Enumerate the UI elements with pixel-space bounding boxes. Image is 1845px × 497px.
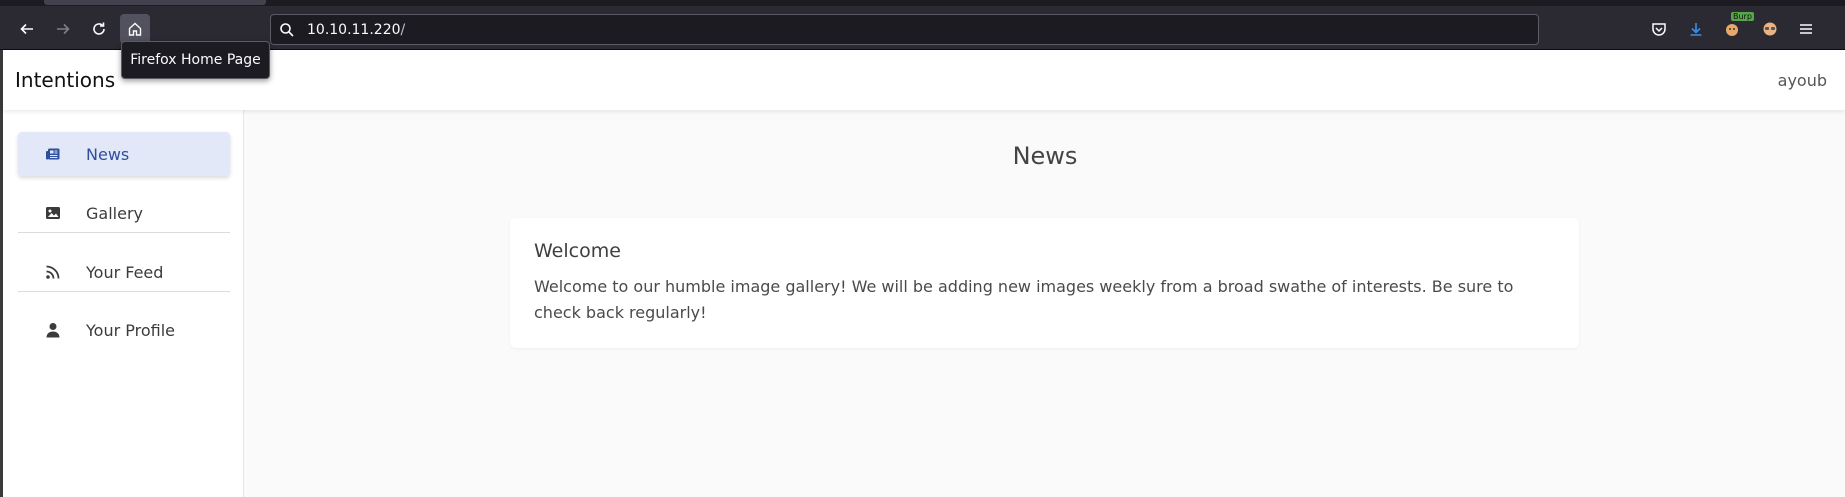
brand-title[interactable]: Intentions (15, 68, 115, 92)
sidebar-item-label: Your Profile (86, 320, 175, 340)
address-bar[interactable]: 10.10.11.220/ (270, 14, 1539, 45)
home-tooltip: Firefox Home Page (121, 41, 270, 79)
sidebar-item-feed[interactable]: Your Feed (18, 250, 230, 294)
app-header: Intentions ayoub (3, 50, 1845, 110)
home-button[interactable] (120, 14, 150, 44)
card-title: Welcome (534, 240, 621, 262)
sidebar-item-profile[interactable]: Your Profile (18, 308, 230, 352)
toolbar-right: Burp (1645, 12, 1845, 44)
page-title: News (1012, 142, 1078, 170)
main-content: News Welcome Welcome to our humble image… (245, 110, 1845, 497)
rss-icon (45, 264, 61, 280)
downloads-button[interactable] (1682, 14, 1710, 44)
url-text[interactable]: 10.10.11.220/ (307, 22, 405, 38)
reload-button[interactable] (84, 14, 114, 44)
url-path: / (400, 21, 406, 38)
browser-toolbar: 10.10.11.220/ Burp (0, 6, 1845, 50)
sidebar-divider (18, 291, 230, 292)
card-text: Welcome to our humble image gallery! We … (534, 277, 1514, 322)
app-menu-button[interactable] (1792, 14, 1820, 44)
pocket-button[interactable] (1645, 14, 1673, 44)
active-tab[interactable] (44, 0, 266, 5)
back-button[interactable] (12, 14, 42, 44)
arrow-left-icon (20, 23, 33, 35)
extension-face-icon (1763, 22, 1777, 36)
burp-badge: Burp (1731, 12, 1754, 21)
search-icon (280, 22, 294, 37)
forward-button[interactable] (48, 14, 78, 44)
arrow-right-icon (57, 23, 70, 35)
extension-button[interactable] (1756, 14, 1784, 44)
image-icon (45, 205, 61, 221)
reload-icon (93, 22, 105, 35)
sidebar-item-news[interactable]: News (18, 132, 230, 176)
news-card: Welcome Welcome to our humble image gall… (510, 218, 1579, 348)
sidebar-item-label: Gallery (86, 203, 143, 223)
url-host: 10.10.11.220 (307, 21, 401, 38)
sidebar-item-label: Your Feed (86, 262, 164, 282)
user-name[interactable]: ayoub (1778, 71, 1827, 90)
download-icon (1690, 23, 1702, 36)
sidebar-item-label: News (86, 144, 130, 164)
sidebar-item-gallery[interactable]: Gallery (18, 191, 230, 235)
hamburger-menu-icon (1800, 24, 1812, 34)
sidebar-divider (18, 232, 230, 233)
newspaper-icon (45, 146, 61, 162)
burp-extension-button[interactable]: Burp (1718, 12, 1754, 44)
burp-extension-icon (1726, 24, 1738, 36)
sidebar: News Gallery Your Feed Your Profile (3, 110, 244, 497)
user-icon (45, 322, 61, 338)
pocket-icon (1652, 23, 1666, 36)
home-icon (128, 22, 142, 36)
